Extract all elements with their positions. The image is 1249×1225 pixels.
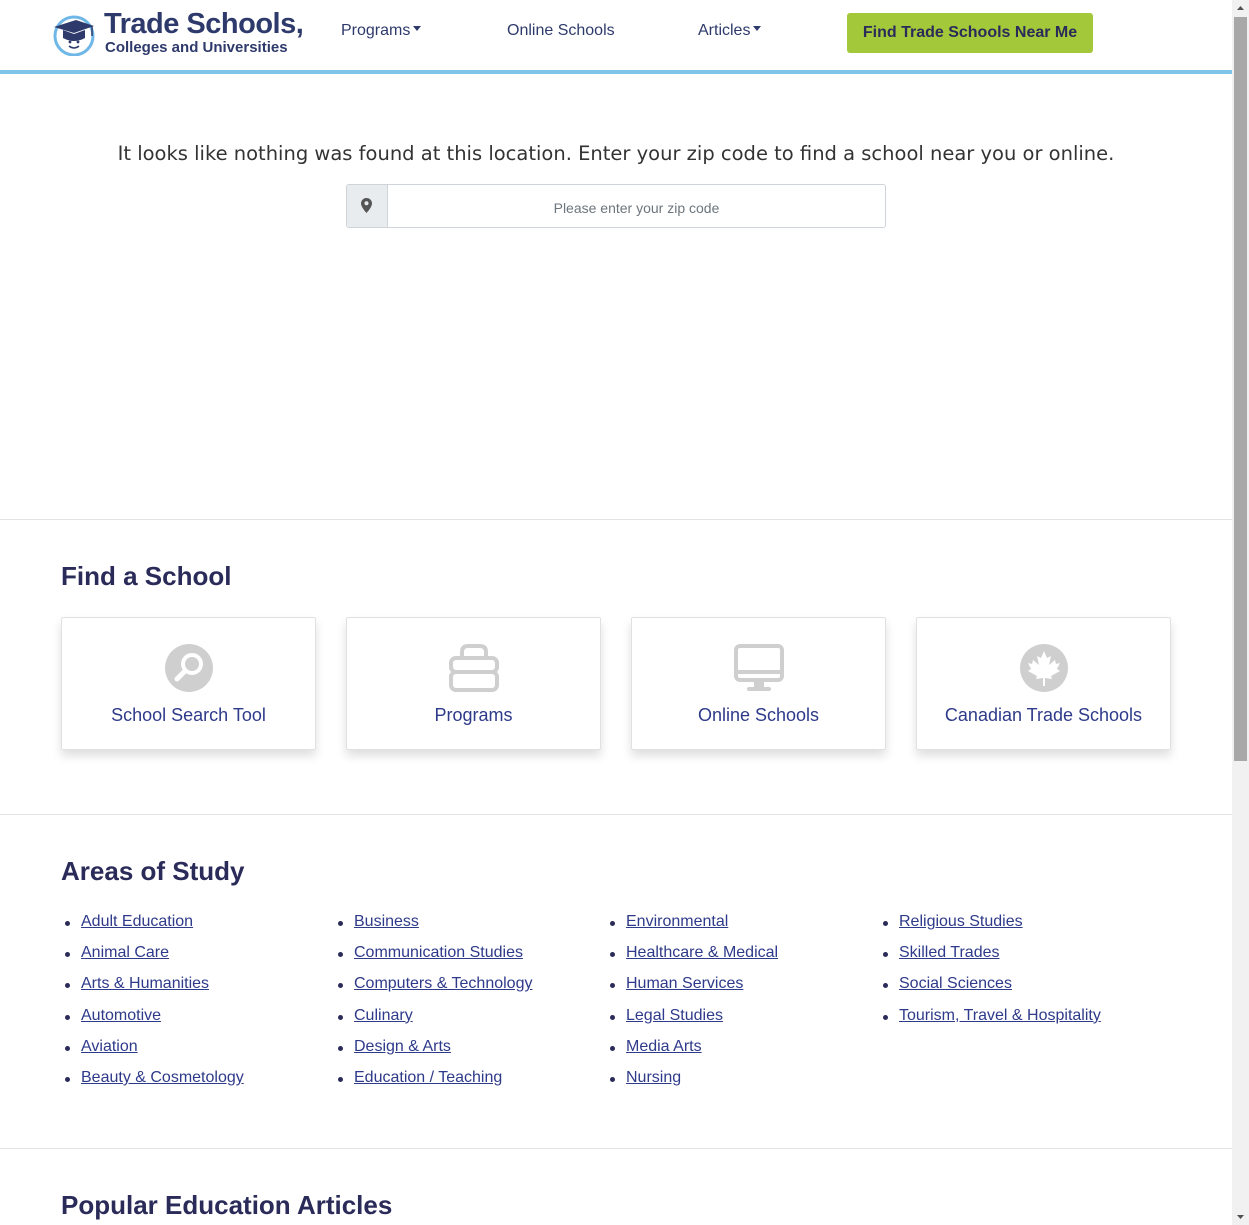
list-item: Legal Studies	[606, 1007, 778, 1038]
list-item: Communication Studies	[334, 944, 532, 975]
list-item: Social Sciences	[879, 975, 1101, 1006]
card-label: Online Schools	[697, 705, 820, 725]
study-link[interactable]: Beauty & Cosmetology	[81, 1069, 244, 1086]
study-link[interactable]: Environmental	[626, 913, 728, 930]
study-column-1: Adult Education Animal Care Arts & Human…	[61, 913, 244, 1100]
logo-title: Trade Schools,	[104, 8, 304, 40]
study-link[interactable]: Automotive	[81, 1007, 161, 1024]
nav-online-schools[interactable]: Online Schools	[507, 22, 615, 40]
zip-search-group	[346, 184, 886, 228]
list-item: Design & Arts	[334, 1038, 532, 1069]
scroll-down-arrow-icon[interactable]	[1232, 1208, 1249, 1225]
page: Trade Schools, Colleges and Universities…	[0, 0, 1232, 1225]
study-link[interactable]: Healthcare & Medical	[626, 944, 778, 961]
list-item: Computers & Technology	[334, 975, 532, 1006]
study-link[interactable]: Design & Arts	[354, 1038, 451, 1055]
card-programs[interactable]: Programs	[346, 617, 601, 750]
list-item: Education / Teaching	[334, 1069, 532, 1100]
study-link[interactable]: Media Arts	[626, 1038, 702, 1055]
study-link[interactable]: Culinary	[354, 1007, 413, 1024]
list-item: Environmental	[606, 913, 778, 944]
list-item: Human Services	[606, 975, 778, 1006]
study-link[interactable]: Aviation	[81, 1038, 138, 1055]
section-divider	[0, 814, 1232, 815]
card-label: Programs	[434, 705, 513, 725]
list-item: Automotive	[61, 1007, 244, 1038]
zip-code-input[interactable]	[388, 185, 885, 227]
site-header: Trade Schools, Colleges and Universities…	[0, 0, 1232, 74]
list-item: Media Arts	[606, 1038, 778, 1069]
card-label: Canadian Trade Schools	[944, 705, 1143, 725]
list-item: Culinary	[334, 1007, 532, 1038]
location-addon	[347, 185, 388, 227]
find-trade-schools-button[interactable]: Find Trade Schools Near Me	[847, 13, 1093, 53]
graduation-cap-logo-icon	[53, 15, 95, 56]
site-logo[interactable]: Trade Schools, Colleges and Universities	[52, 8, 304, 58]
study-link[interactable]: Nursing	[626, 1069, 681, 1086]
study-link[interactable]: Social Sciences	[899, 975, 1012, 992]
list-item: Skilled Trades	[879, 944, 1101, 975]
study-column-2: Business Communication Studies Computers…	[334, 913, 532, 1100]
monitor-icon	[734, 644, 784, 691]
study-link[interactable]: Education / Teaching	[354, 1069, 502, 1086]
list-item: Adult Education	[61, 913, 244, 944]
scrollbar-thumb[interactable]	[1234, 17, 1247, 761]
study-column-3: Environmental Healthcare & Medical Human…	[606, 913, 778, 1100]
list-item: Arts & Humanities	[61, 975, 244, 1006]
find-a-school-heading: Find a School	[61, 561, 232, 591]
maple-leaf-icon	[1020, 644, 1068, 692]
study-link[interactable]: Religious Studies	[899, 913, 1023, 930]
nav-articles-label: Articles	[698, 22, 751, 39]
magnifier-icon	[165, 644, 213, 692]
toolbox-icon	[449, 644, 499, 692]
vertical-scrollbar[interactable]	[1232, 0, 1249, 1225]
map-marker-icon	[361, 198, 372, 213]
scroll-up-arrow-icon[interactable]	[1232, 0, 1249, 17]
card-canadian-trade-schools[interactable]: Canadian Trade Schools	[916, 617, 1171, 750]
list-item: Aviation	[61, 1038, 244, 1069]
card-label: School Search Tool	[111, 705, 266, 725]
list-item: Tourism, Travel & Hospitality	[879, 1007, 1101, 1038]
list-item: Beauty & Cosmetology	[61, 1069, 244, 1100]
study-column-4: Religious Studies Skilled Trades Social …	[879, 913, 1101, 1038]
logo-subtitle: Colleges and Universities	[105, 39, 288, 56]
nav-articles[interactable]: Articles	[698, 22, 762, 40]
popular-articles-heading: Popular Education Articles	[61, 1190, 393, 1220]
card-online-schools[interactable]: Online Schools	[631, 617, 886, 750]
list-item: Animal Care	[61, 944, 244, 975]
study-link[interactable]: Legal Studies	[626, 1007, 723, 1024]
areas-of-study-heading: Areas of Study	[61, 856, 245, 886]
nav-programs-label: Programs	[341, 22, 411, 39]
list-item: Business	[334, 913, 532, 944]
study-link[interactable]: Tourism, Travel & Hospitality	[899, 1007, 1101, 1024]
study-link[interactable]: Adult Education	[81, 913, 193, 930]
caret-down-icon	[753, 26, 762, 32]
list-item: Religious Studies	[879, 913, 1101, 944]
study-link[interactable]: Animal Care	[81, 944, 169, 961]
section-divider	[0, 519, 1232, 520]
section-divider	[0, 1148, 1232, 1149]
not-found-message: It looks like nothing was found at this …	[117, 142, 1115, 165]
study-link[interactable]: Skilled Trades	[899, 944, 1000, 961]
list-item: Healthcare & Medical	[606, 944, 778, 975]
study-link[interactable]: Arts & Humanities	[81, 975, 209, 992]
study-link[interactable]: Computers & Technology	[354, 975, 532, 992]
card-school-search-tool[interactable]: School Search Tool	[61, 617, 316, 750]
study-link[interactable]: Communication Studies	[354, 944, 523, 961]
list-item: Nursing	[606, 1069, 778, 1100]
nav-programs[interactable]: Programs	[341, 22, 422, 40]
caret-down-icon	[413, 26, 422, 32]
study-link[interactable]: Human Services	[626, 975, 743, 992]
study-link[interactable]: Business	[354, 913, 419, 930]
